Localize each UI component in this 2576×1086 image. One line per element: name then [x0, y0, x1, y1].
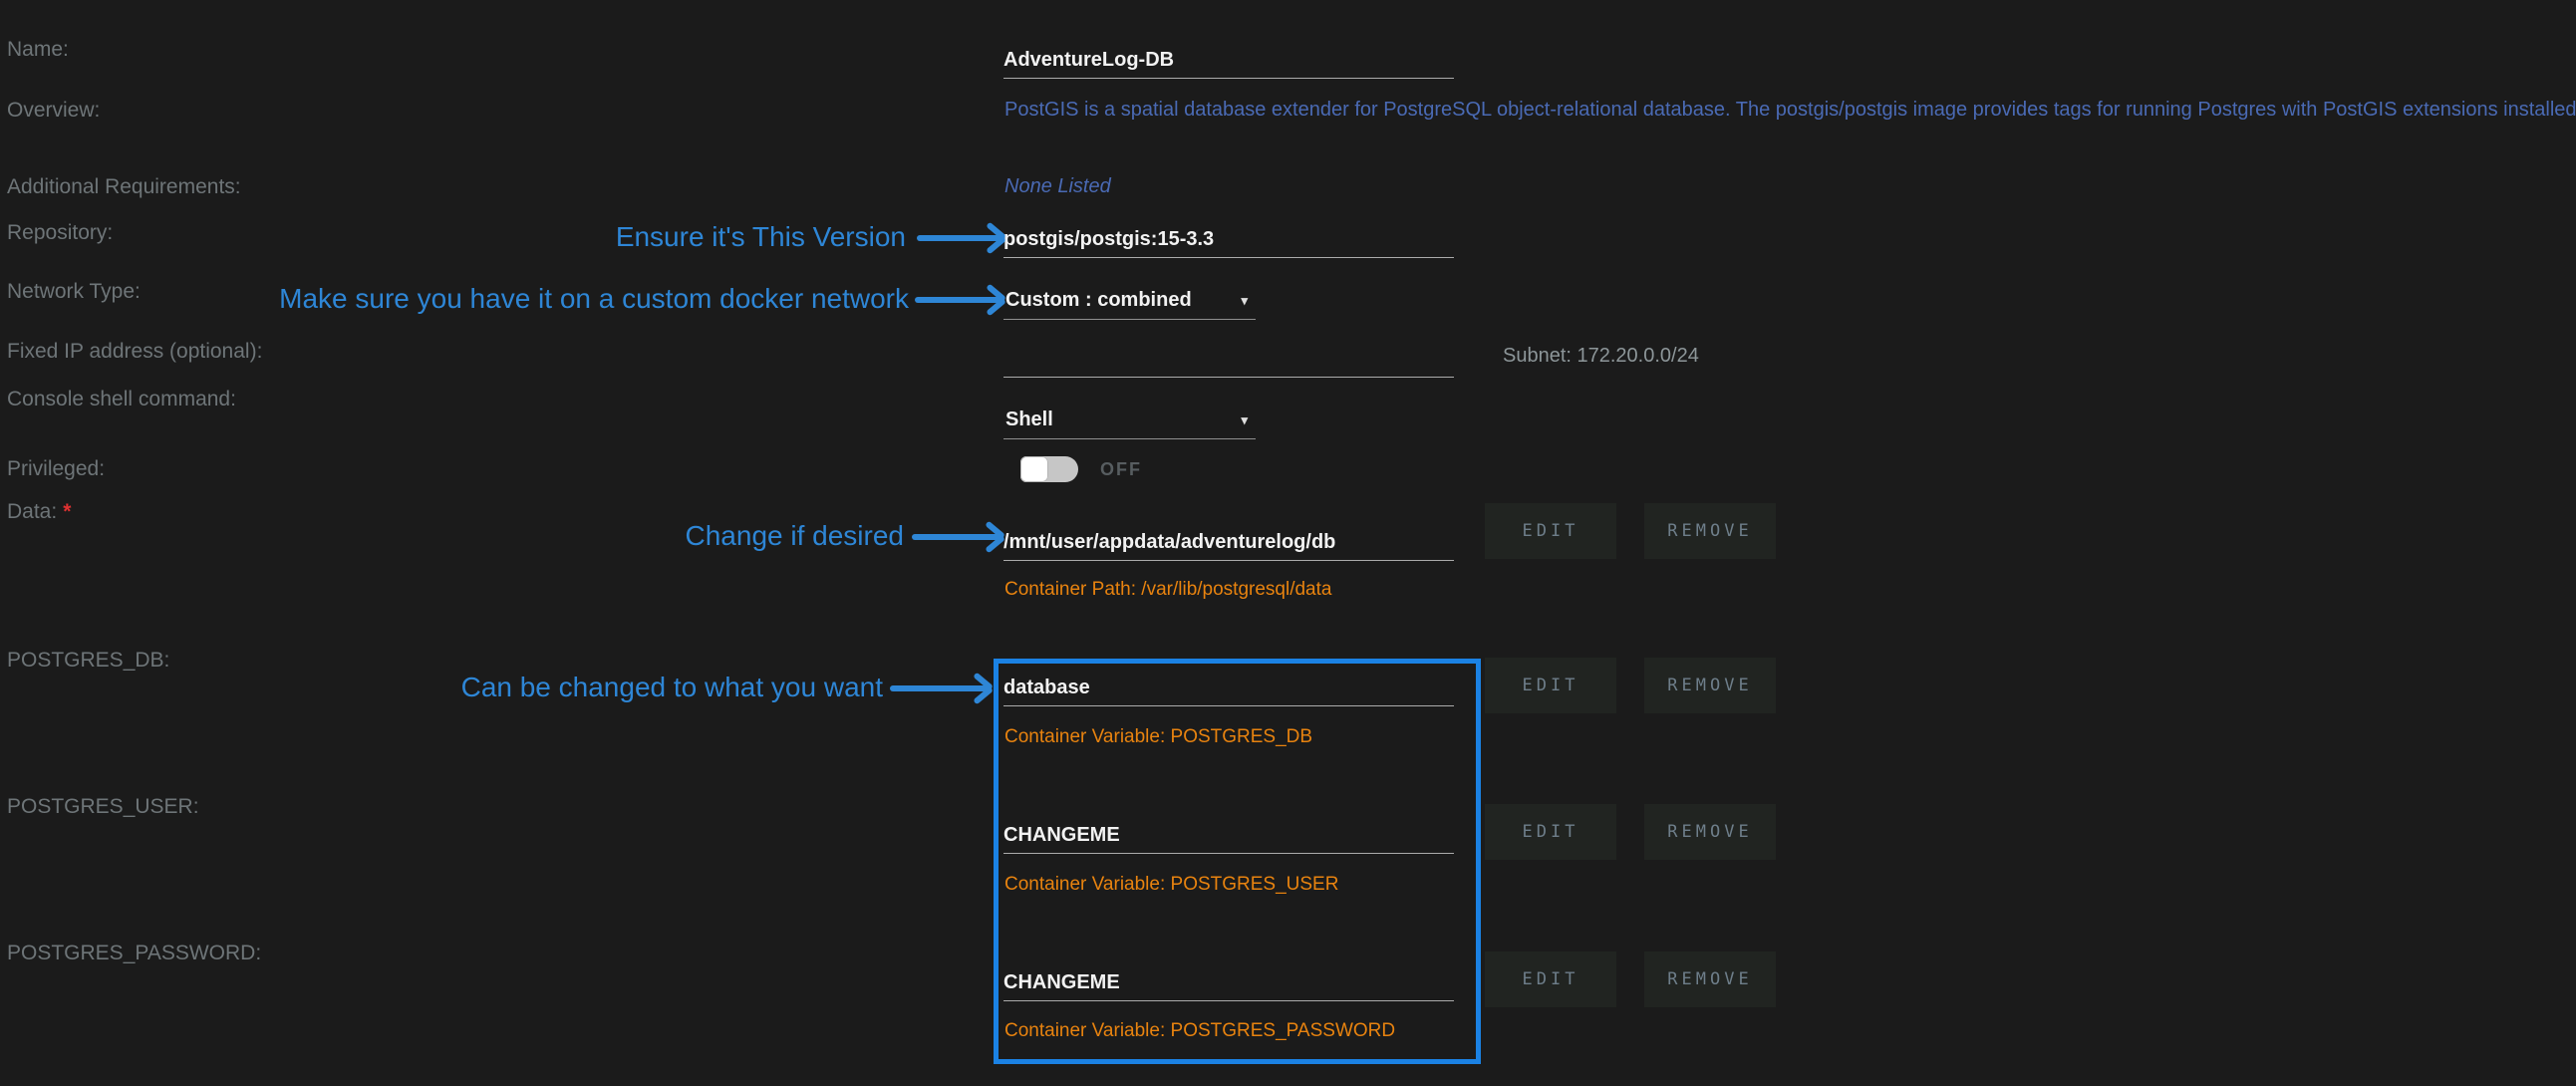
postgres-password-label: POSTGRES_PASSWORD:: [7, 942, 261, 965]
toggle-knob: [1020, 456, 1048, 482]
data-container-path: Container Path: /var/lib/postgresql/data: [1004, 579, 1331, 601]
postgres-db-label: POSTGRES_DB:: [7, 649, 169, 673]
postgres-user-container-variable: Container Variable: POSTGRES_USER: [1004, 874, 1338, 896]
fixed-ip-label: Fixed IP address (optional):: [7, 340, 262, 364]
overview-description: PostGIS is a spatial database extender f…: [1004, 99, 2576, 122]
postgres-db-remove-button[interactable]: REMOVE: [1644, 658, 1776, 713]
repository-annotation-arrow-icon: [917, 222, 1004, 254]
required-asterisk: *: [63, 500, 71, 523]
data-label-text: Data:: [7, 500, 57, 523]
privileged-toggle[interactable]: [1020, 456, 1078, 482]
repository-input[interactable]: [1003, 221, 1454, 258]
data-annotation-arrow-icon: [912, 521, 1003, 553]
postgres-vars-highlight-box: [994, 659, 1481, 1064]
network-type-selected-value: Custom : combined: [1005, 289, 1192, 312]
postgres-user-label: POSTGRES_USER:: [7, 795, 199, 819]
data-remove-button[interactable]: REMOVE: [1644, 503, 1776, 559]
data-edit-button[interactable]: EDIT: [1485, 503, 1616, 559]
postgres-db-annotation-arrow-icon: [890, 673, 992, 704]
console-shell-label: Console shell command:: [7, 388, 236, 411]
chevron-down-icon: ▾: [1241, 412, 1248, 428]
repository-label: Repository:: [7, 221, 113, 245]
postgres-user-remove-button[interactable]: REMOVE: [1644, 804, 1776, 860]
network-type-select[interactable]: Custom : combined ▾: [1003, 283, 1256, 320]
postgres-db-edit-button[interactable]: EDIT: [1485, 658, 1616, 713]
docker-template-settings-page: Name: Overview: Additional Requirements:…: [0, 0, 2576, 1086]
overview-label: Overview:: [7, 99, 100, 123]
network-type-label: Network Type:: [7, 280, 141, 304]
chevron-down-icon: ▾: [1241, 293, 1248, 309]
postgres-password-container-variable: Container Variable: POSTGRES_PASSWORD: [1004, 1020, 1395, 1042]
postgres-db-annotation: Can be changed to what you want: [461, 672, 883, 703]
console-shell-select[interactable]: Shell ▾: [1003, 403, 1256, 439]
console-shell-selected-value: Shell: [1005, 408, 1053, 431]
postgres-password-remove-button[interactable]: REMOVE: [1644, 951, 1776, 1007]
postgres-password-input[interactable]: [1003, 964, 1454, 1001]
fixed-ip-input[interactable]: [1003, 341, 1454, 378]
postgres-db-container-variable: Container Variable: POSTGRES_DB: [1004, 726, 1312, 748]
network-type-annotation-arrow-icon: [915, 284, 1004, 316]
postgres-user-edit-button[interactable]: EDIT: [1485, 804, 1616, 860]
postgres-db-input[interactable]: [1003, 670, 1454, 706]
additional-requirements-value: None Listed: [1004, 175, 1111, 198]
privileged-toggle-state: OFF: [1100, 459, 1142, 480]
data-label: Data: *: [7, 500, 71, 524]
privileged-label: Privileged:: [7, 457, 105, 481]
postgres-password-edit-button[interactable]: EDIT: [1485, 951, 1616, 1007]
data-path-input[interactable]: [1003, 524, 1454, 561]
postgres-user-input[interactable]: [1003, 817, 1454, 854]
data-annotation: Change if desired: [686, 520, 904, 552]
additional-requirements-label: Additional Requirements:: [7, 175, 241, 199]
network-type-annotation: Make sure you have it on a custom docker…: [279, 283, 909, 315]
repository-annotation: Ensure it's This Version: [616, 221, 906, 253]
name-input[interactable]: [1003, 42, 1454, 79]
subnet-note: Subnet: 172.20.0.0/24: [1503, 345, 1699, 368]
name-label: Name:: [7, 38, 69, 62]
